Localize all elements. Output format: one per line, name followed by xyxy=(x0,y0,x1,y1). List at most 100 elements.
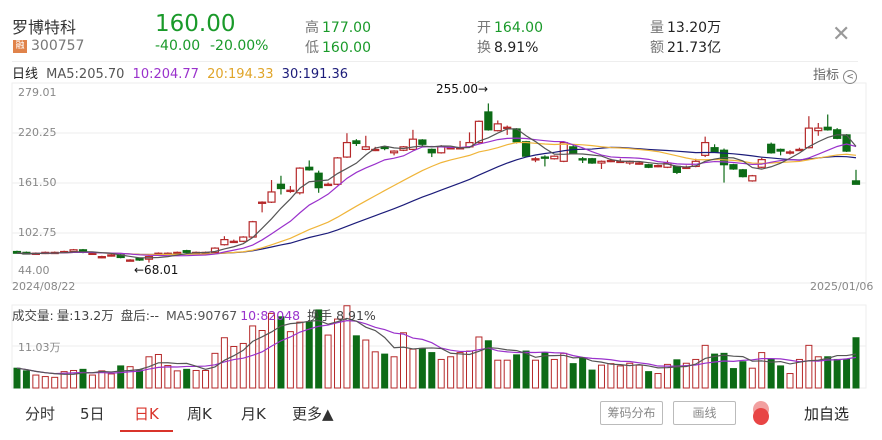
volume-bar xyxy=(550,358,558,389)
candle-body xyxy=(635,162,644,165)
ma30-line xyxy=(16,146,857,256)
volume-axis-label: 11.03万 xyxy=(18,341,61,354)
volume-bar xyxy=(409,348,417,389)
tab-more[interactable]: 更多▲ xyxy=(292,403,334,424)
candle-body xyxy=(729,164,738,170)
volume-bar xyxy=(230,345,238,389)
candle-body xyxy=(418,139,427,145)
volume-bar xyxy=(136,369,144,389)
candle-body xyxy=(474,120,484,144)
candle-body xyxy=(785,151,795,154)
volume-bar xyxy=(786,373,794,389)
ma5-value: MA5:205.70 xyxy=(46,67,125,82)
label: 高 xyxy=(305,20,319,36)
volume-bar xyxy=(852,337,860,389)
volume-bar xyxy=(202,369,210,389)
candle-body xyxy=(578,158,587,161)
candle-body xyxy=(606,159,615,163)
candle-body xyxy=(305,166,314,171)
vol-ma5: MA5:90767 xyxy=(165,308,238,323)
ma5-line xyxy=(16,128,857,259)
candle-body xyxy=(239,236,248,242)
volume-bar xyxy=(560,352,568,389)
candle-body xyxy=(229,240,238,244)
tab-5day[interactable]: 5日 xyxy=(80,403,105,424)
candle-body xyxy=(531,158,540,161)
volume-bar xyxy=(400,332,408,389)
volume-bar xyxy=(465,350,473,389)
volume-bar xyxy=(720,352,728,389)
ma10-value: 10:204.77 xyxy=(132,67,199,82)
candle-body xyxy=(126,259,135,262)
candle-body xyxy=(559,141,568,162)
candle-body xyxy=(738,169,747,178)
label: 量 xyxy=(650,20,664,36)
candle-body xyxy=(833,129,842,139)
volume-bar xyxy=(635,364,643,389)
candle-body xyxy=(258,201,267,204)
close-icon[interactable]: ✕ xyxy=(832,24,850,46)
candle-body xyxy=(644,164,653,168)
stat-low: 低 160.00 xyxy=(305,37,371,57)
volume-bar xyxy=(588,369,596,389)
volume-bar xyxy=(748,367,756,389)
volume-bar xyxy=(98,370,106,389)
chevron-left-circle-icon: < xyxy=(843,70,858,84)
volume-bar xyxy=(258,330,266,389)
stat-amount: 额 21.73亿 xyxy=(650,37,721,57)
volume-bar xyxy=(579,357,587,389)
price-axis-label: 279.01 xyxy=(18,86,57,99)
value: 164.00 xyxy=(494,20,543,36)
candle-body xyxy=(323,183,333,187)
candle-body xyxy=(597,160,606,164)
volume-bar xyxy=(711,353,719,389)
tab-daily-k[interactable]: 日K xyxy=(134,403,159,424)
indicator-button[interactable]: 指标 < xyxy=(813,64,858,84)
candle-body xyxy=(135,257,144,261)
vol-ma10: 10:82048 xyxy=(240,308,301,323)
value: 177.00 xyxy=(322,20,371,36)
turnover-rate: 换手 8.91% xyxy=(307,308,376,323)
volume-bar xyxy=(456,352,464,389)
volume-bar xyxy=(437,358,445,389)
volume-bar xyxy=(531,359,539,389)
volume-bar xyxy=(22,370,30,389)
value: 8.91% xyxy=(494,40,539,56)
margin-badge: 融 xyxy=(13,40,27,53)
volume-bar xyxy=(607,363,615,389)
candle-body xyxy=(748,175,757,182)
volume-bar xyxy=(522,350,530,389)
volume-bar xyxy=(352,335,360,389)
price-axis-label: 44.00 xyxy=(18,264,50,277)
volume-bar xyxy=(305,321,313,389)
tab-intraday[interactable]: 分时 xyxy=(25,403,55,424)
tab-monthly-k[interactable]: 月K xyxy=(241,403,266,424)
candle-body xyxy=(361,146,370,150)
add-favorite-button[interactable]: 加自选 xyxy=(804,403,849,424)
candle-body xyxy=(587,158,597,164)
volume-bar xyxy=(145,356,153,389)
chip-distribution-button[interactable]: 筹码分布 xyxy=(600,401,663,425)
stock-code: 300757 xyxy=(31,38,85,54)
volume-bar xyxy=(569,363,577,389)
candle-body xyxy=(437,146,446,154)
volume-bar xyxy=(418,347,426,389)
record-dot-icon[interactable] xyxy=(753,408,769,425)
volume-bar xyxy=(32,374,40,389)
draw-line-button[interactable]: 画线 xyxy=(673,401,736,425)
volume-ma10-line xyxy=(16,320,857,375)
candle-body xyxy=(493,123,502,132)
candle-body xyxy=(814,127,823,132)
volume-bar xyxy=(107,373,115,389)
volume-bar xyxy=(701,344,709,389)
volume-bar xyxy=(654,373,662,389)
indicator-label: 指标 xyxy=(813,68,840,83)
tab-weekly-k[interactable]: 周K xyxy=(187,403,212,424)
candle-body xyxy=(352,140,361,145)
volume-legend: 成交量: 量:13.2万 盘后:-- MA5:90767 10:82048 换手 8… xyxy=(12,305,379,324)
current-price: 160.00 xyxy=(155,11,236,37)
price-change-pct: -20.00% xyxy=(210,38,269,54)
volume-bar xyxy=(390,356,398,389)
volume-bar xyxy=(192,369,200,389)
volume-bar xyxy=(777,365,785,389)
